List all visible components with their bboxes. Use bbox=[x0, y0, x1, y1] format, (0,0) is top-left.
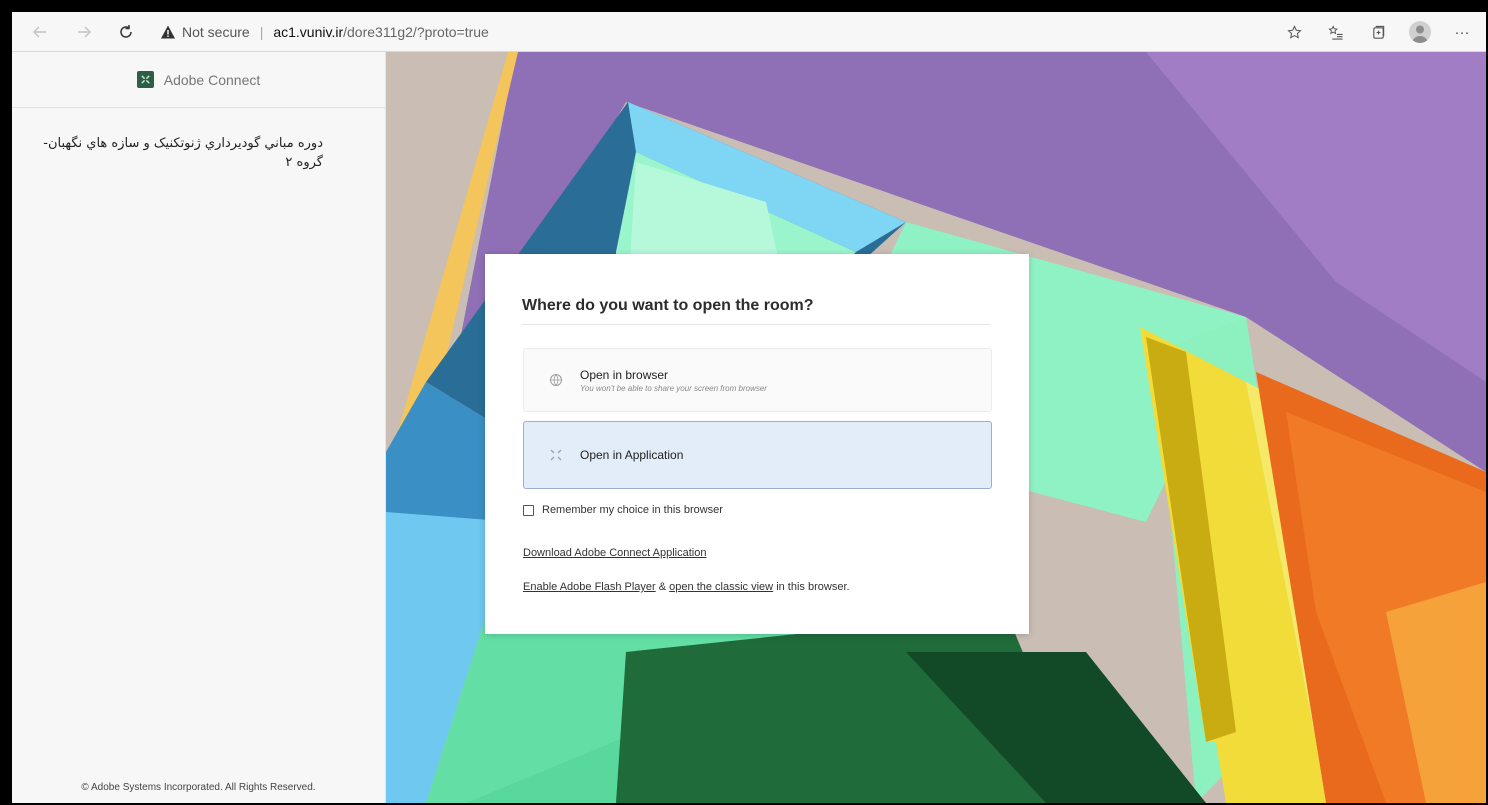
download-app-link[interactable]: Download Adobe Connect Application bbox=[523, 547, 706, 559]
remember-choice-label: Remember my choice in this browser bbox=[542, 504, 723, 516]
download-line: Download Adobe Connect Application bbox=[523, 547, 706, 559]
remember-choice[interactable]: Remember my choice in this browser bbox=[523, 504, 723, 516]
forward-button[interactable] bbox=[70, 18, 98, 46]
url-path: /dore311g2/?proto=true bbox=[343, 23, 489, 40]
classic-view-link[interactable]: open the classic view bbox=[669, 581, 773, 593]
browser-toolbar: Not secure | ac1.vuniv.ir/dore311g2/?pro… bbox=[12, 12, 1486, 52]
browser-tools: ··· bbox=[1266, 18, 1476, 46]
profile-button[interactable] bbox=[1406, 18, 1434, 46]
main-background: Where do you want to open the room? Open… bbox=[386, 52, 1486, 803]
open-room-dialog: Where do you want to open the room? Open… bbox=[485, 254, 1029, 634]
favorites-bar-button[interactable] bbox=[1322, 18, 1350, 46]
collections-icon bbox=[1372, 25, 1384, 39]
star-icon bbox=[1286, 24, 1302, 39]
url-host: ac1.vuniv.ir bbox=[273, 23, 344, 40]
brand-name: Adobe Connect bbox=[163, 71, 261, 88]
dialog-divider bbox=[522, 324, 990, 325]
application-icon bbox=[550, 449, 562, 461]
open-in-application-option[interactable]: Open in Application bbox=[523, 421, 992, 489]
arrow-right-icon bbox=[78, 26, 91, 37]
warning-triangle-icon bbox=[161, 25, 175, 38]
reload-button[interactable] bbox=[112, 18, 140, 46]
address-bar[interactable]: Not secure | ac1.vuniv.ir/dore311g2/?pro… bbox=[160, 18, 489, 46]
favorites-list-icon bbox=[1328, 24, 1343, 40]
security-label[interactable]: Not secure bbox=[182, 24, 250, 40]
open-in-browser-text: Open in browser You won't be able to sha… bbox=[580, 368, 767, 393]
open-in-browser-label: Open in browser bbox=[580, 367, 669, 382]
flash-amp: & bbox=[658, 581, 667, 593]
room-title: دوره مباني گوديرداري ژنوتكنيک و سازه هاي… bbox=[43, 136, 323, 170]
app-frame: Not secure | ac1.vuniv.ir/dore311g2/?pro… bbox=[12, 12, 1486, 803]
adobe-connect-logo bbox=[136, 71, 154, 88]
enable-flash-link[interactable]: Enable Adobe Flash Player bbox=[523, 581, 656, 593]
reload-icon bbox=[120, 24, 132, 38]
arrow-left-icon bbox=[33, 26, 46, 37]
sidebar: Adobe Connect دوره مباني گوديرداري ژنوتك… bbox=[12, 52, 386, 803]
brand-header: Adobe Connect bbox=[12, 52, 385, 108]
globe-icon bbox=[550, 374, 562, 386]
open-in-application-label: Open in Application bbox=[580, 448, 684, 462]
open-in-browser-note: You won't be able to share your screen f… bbox=[580, 383, 767, 393]
favorite-button[interactable] bbox=[1280, 18, 1308, 46]
dialog-title: Where do you want to open the room? bbox=[522, 297, 814, 314]
avatar-icon bbox=[1409, 21, 1431, 43]
open-in-browser-option[interactable]: Open in browser You won't be able to sha… bbox=[523, 348, 992, 412]
back-button[interactable] bbox=[26, 18, 54, 46]
copyright-footer: © Adobe Systems Incorporated. All Rights… bbox=[81, 782, 316, 793]
address-separator: | bbox=[259, 23, 264, 40]
remember-choice-checkbox[interactable] bbox=[523, 504, 534, 516]
classic-suffix: in this browser. bbox=[776, 581, 850, 593]
flash-line: Enable Adobe Flash Player & open the cla… bbox=[523, 581, 850, 593]
more-menu-button[interactable]: ··· bbox=[1448, 18, 1476, 46]
collections-button[interactable] bbox=[1364, 18, 1392, 46]
